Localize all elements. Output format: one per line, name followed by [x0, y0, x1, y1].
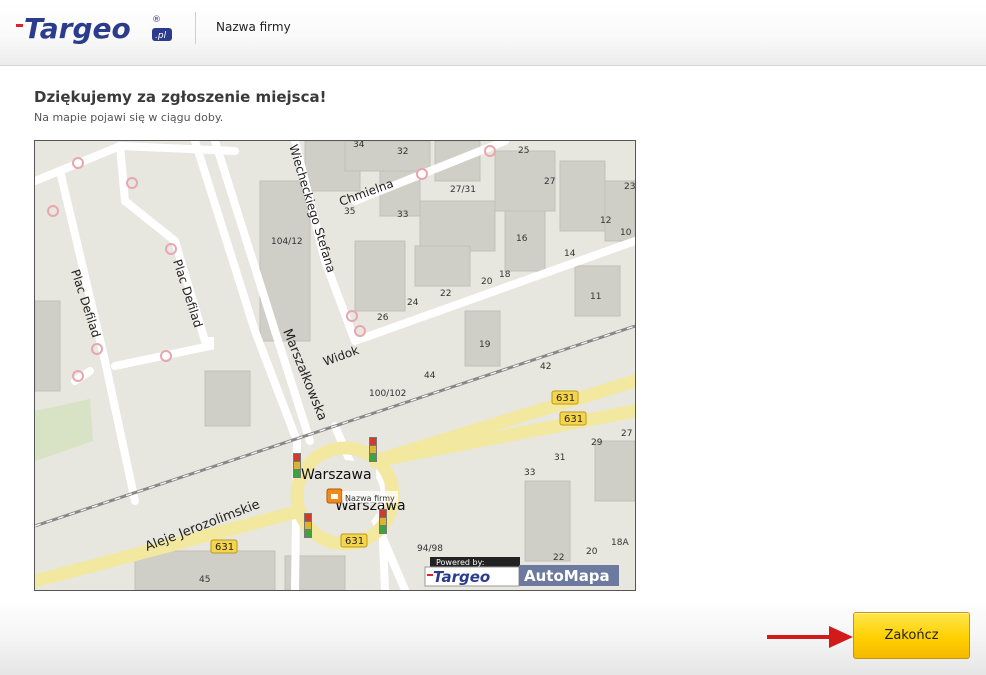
- map-canvas[interactable]: Plac Defilad Plac Defilad Marszałkowska …: [35, 141, 635, 590]
- traffic-light-icon: [369, 437, 377, 462]
- powered-by-label: Powered by:: [436, 558, 484, 567]
- house-number: 22: [553, 553, 564, 563]
- house-number: 100/102: [369, 389, 406, 399]
- house-number: 31: [554, 453, 565, 463]
- targeo-logo[interactable]: Targeo ® .pl: [16, 12, 176, 46]
- targeo-brand: Targeo: [433, 568, 490, 586]
- house-number: 11: [590, 292, 601, 302]
- svg-text:631: 631: [215, 542, 234, 553]
- svg-text:631: 631: [345, 536, 364, 547]
- company-marker[interactable]: Nazwa firmy: [326, 488, 398, 504]
- road-badge: 631: [551, 390, 579, 405]
- house-number: 10: [620, 228, 632, 238]
- map-branding: Powered by: Targeo AutoMapa: [424, 557, 619, 587]
- house-number: 44: [424, 371, 436, 381]
- traffic-light-icon: [293, 453, 301, 478]
- park-area: [35, 399, 93, 461]
- house-number: 33: [524, 468, 535, 478]
- road-badge: 631: [340, 533, 368, 548]
- house-number: 12: [600, 216, 611, 226]
- house-number: 35: [344, 207, 355, 217]
- company-marker-label: Nazwa firmy: [345, 494, 395, 503]
- house-number: 26: [377, 313, 389, 323]
- traffic-light-icon: [379, 509, 387, 534]
- header-divider: [195, 12, 196, 44]
- header: Targeo ® .pl Nazwa firmy: [0, 0, 986, 66]
- house-number: 20: [586, 547, 598, 557]
- house-number: 18A: [611, 538, 629, 548]
- city-label-warszawa-1: Warszawa: [301, 467, 372, 483]
- logo-suffix: .pl: [155, 31, 167, 41]
- house-number: 22: [440, 289, 451, 299]
- road-badge: 631: [210, 539, 238, 554]
- house-number: 18: [499, 270, 511, 280]
- house-number: 20: [481, 277, 493, 287]
- house-number: 24: [407, 298, 419, 308]
- house-number: 27: [621, 429, 632, 439]
- svg-text:631: 631: [556, 393, 575, 404]
- house-number: 14: [564, 249, 576, 259]
- street-label-plac-defilad-2: Plac Defilad: [170, 258, 205, 330]
- house-number: 45: [199, 575, 210, 585]
- house-number: 32: [397, 147, 408, 157]
- traffic-light-icon: [304, 513, 312, 538]
- page-subtitle: Na mapie pojawi się w ciągu doby.: [34, 111, 224, 124]
- house-number: 33: [397, 210, 408, 220]
- house-number: 23: [624, 182, 635, 192]
- house-number: 34: [353, 141, 365, 150]
- cup-icon: [331, 494, 338, 499]
- road-badge: 631: [559, 411, 587, 426]
- street-label-widok: Widok: [321, 343, 360, 369]
- map-view[interactable]: Plac Defilad Plac Defilad Marszałkowska …: [34, 140, 636, 591]
- house-number: 19: [479, 340, 491, 350]
- registered-mark: ®: [152, 15, 161, 25]
- house-number: 25: [518, 146, 529, 156]
- street-label-plac-defilad-1: Plac Defilad: [68, 268, 103, 340]
- house-number: 29: [591, 438, 603, 448]
- svg-text:631: 631: [564, 414, 583, 425]
- company-name: Nazwa firmy: [216, 20, 291, 34]
- page-title: Dziękujemy za zgłoszenie miejsca!: [34, 88, 327, 106]
- house-number: 16: [516, 234, 528, 244]
- finish-button[interactable]: Zakończ: [853, 612, 970, 659]
- house-number: 94/98: [417, 544, 443, 554]
- house-number: 27/31: [450, 185, 476, 195]
- logo-text: Targeo: [24, 12, 131, 45]
- arrow-right-icon: [767, 626, 853, 648]
- automapa-brand: AutoMapa: [524, 567, 610, 585]
- house-number: 42: [540, 362, 551, 372]
- house-number: 27: [544, 177, 555, 187]
- house-number: 104/12: [271, 237, 303, 247]
